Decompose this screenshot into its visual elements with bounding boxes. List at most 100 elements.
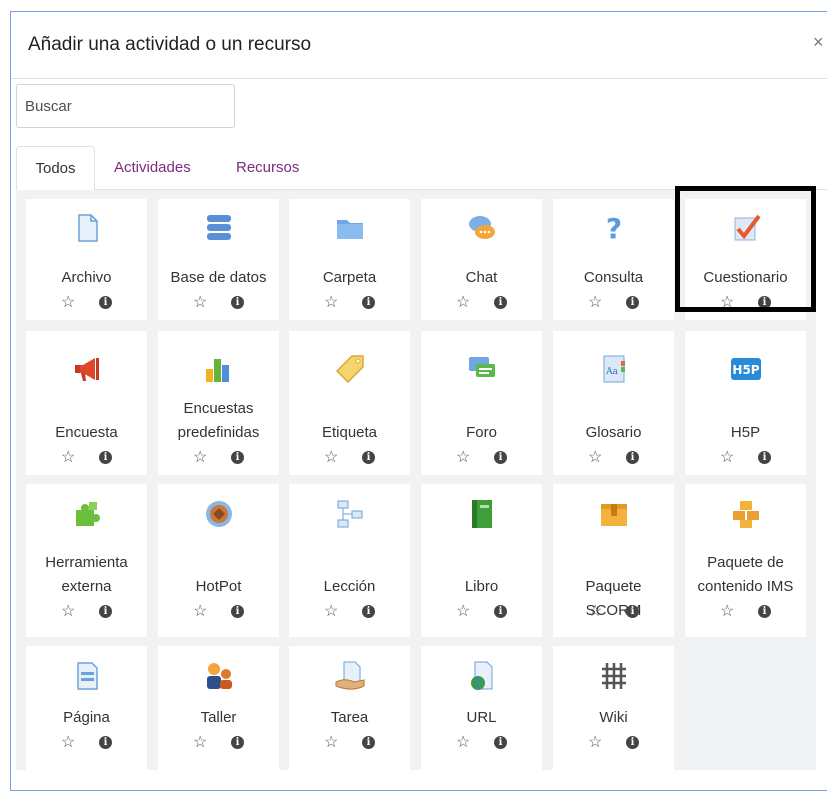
activity-tile[interactable]: Lección ☆ i	[289, 484, 410, 637]
info-icon[interactable]: i	[231, 605, 244, 618]
close-icon[interactable]: ×	[813, 32, 824, 53]
activity-tile[interactable]: Encuesta ☆ i	[26, 331, 147, 475]
star-icon[interactable]: ☆	[588, 601, 602, 621]
hotpot-icon	[203, 498, 235, 530]
activity-tile[interactable]: Foro ☆ i	[421, 331, 542, 475]
activity-tile[interactable]: Paquete de contenido IMS ☆ i	[685, 484, 806, 637]
star-icon[interactable]: ☆	[61, 447, 75, 467]
info-icon[interactable]: i	[494, 736, 507, 749]
star-icon[interactable]: ☆	[61, 292, 75, 312]
info-icon[interactable]: i	[99, 451, 112, 464]
tab-todos[interactable]: Todos	[16, 146, 95, 190]
page-icon	[71, 660, 103, 692]
star-icon[interactable]: ☆	[193, 292, 207, 312]
activity-tile[interactable]: Paquete SCORM ☆ i	[553, 484, 674, 637]
activity-tile[interactable]: URL ☆ i	[421, 646, 542, 774]
activity-tile[interactable]: Encuestas predefinidas ☆ i	[158, 331, 279, 475]
star-icon[interactable]: ☆	[324, 601, 338, 621]
url-icon	[466, 660, 498, 692]
activity-tile[interactable]: HotPot ☆ i	[158, 484, 279, 637]
info-icon[interactable]: i	[626, 605, 639, 618]
book-icon	[466, 498, 498, 530]
star-icon[interactable]: ☆	[61, 732, 75, 752]
info-icon[interactable]: i	[99, 736, 112, 749]
activity-tile-label: Libro	[464, 578, 499, 595]
folder-icon	[334, 212, 366, 244]
activity-tile-label: Chat	[465, 269, 498, 286]
highlight-box	[675, 186, 816, 312]
assignment-icon	[334, 660, 366, 692]
info-icon[interactable]: i	[758, 451, 771, 464]
info-icon[interactable]: i	[758, 605, 771, 618]
database-icon	[203, 212, 235, 244]
svg-text:?: ?	[606, 212, 622, 244]
activity-tile-label: Glosario	[585, 424, 642, 441]
activity-tile-label: Lección	[323, 578, 376, 595]
info-icon[interactable]: i	[626, 451, 639, 464]
tab-bar: Todos Actividades Recursos	[16, 146, 827, 190]
star-icon[interactable]: ☆	[456, 292, 470, 312]
info-icon[interactable]: i	[494, 605, 507, 618]
activity-tile-label: Paquete SCORM	[585, 578, 642, 619]
star-icon[interactable]: ☆	[324, 732, 338, 752]
dialog-header: Añadir una actividad o un recurso ×	[11, 12, 827, 79]
star-icon[interactable]: ☆	[324, 292, 338, 312]
search-input[interactable]	[16, 84, 235, 128]
info-icon[interactable]: i	[99, 296, 112, 309]
star-icon[interactable]: ☆	[720, 601, 734, 621]
tab-recursos[interactable]: Recursos	[236, 146, 316, 189]
activity-tile-label: Foro	[466, 424, 497, 441]
puzzle-icon	[71, 498, 103, 530]
activity-tile[interactable]: Tarea ☆ i	[289, 646, 410, 774]
star-icon[interactable]: ☆	[324, 447, 338, 467]
activity-tile[interactable]: Wiki ☆ i	[553, 646, 674, 774]
info-icon[interactable]: i	[626, 296, 639, 309]
star-icon[interactable]: ☆	[588, 732, 602, 752]
activity-tile[interactable]: Archivo ☆ i	[26, 199, 147, 320]
activity-tile[interactable]: H5P H5P ☆ i	[685, 331, 806, 475]
lesson-icon	[334, 498, 366, 530]
h5p-icon: H5P	[730, 353, 762, 385]
star-icon[interactable]: ☆	[193, 601, 207, 621]
ims-package-icon	[730, 498, 762, 530]
info-icon[interactable]: i	[362, 736, 375, 749]
activity-tile-label: Carpeta	[322, 269, 377, 286]
activity-tile-label: Página	[63, 709, 110, 726]
activity-tile[interactable]: Carpeta ☆ i	[289, 199, 410, 320]
star-icon[interactable]: ☆	[588, 447, 602, 467]
question-icon: ?	[598, 212, 630, 245]
info-icon[interactable]: i	[231, 736, 244, 749]
star-icon[interactable]: ☆	[456, 732, 470, 752]
forum-icon	[466, 353, 498, 385]
info-icon[interactable]: i	[362, 605, 375, 618]
info-icon[interactable]: i	[494, 451, 507, 464]
activity-tile[interactable]: Herramienta externa ☆ i	[26, 484, 147, 637]
activity-tile-label: Wiki	[599, 709, 628, 726]
info-icon[interactable]: i	[626, 736, 639, 749]
activity-tile[interactable]: Aa Glosario ☆ i	[553, 331, 674, 475]
activity-tile[interactable]: Página ☆ i	[26, 646, 147, 774]
star-icon[interactable]: ☆	[456, 447, 470, 467]
megaphone-icon	[71, 353, 103, 385]
activity-tile[interactable]: Libro ☆ i	[421, 484, 542, 637]
info-icon[interactable]: i	[99, 605, 112, 618]
info-icon[interactable]: i	[231, 296, 244, 309]
activity-tile[interactable]: Taller ☆ i	[158, 646, 279, 774]
info-icon[interactable]: i	[231, 451, 244, 464]
star-icon[interactable]: ☆	[456, 601, 470, 621]
star-icon[interactable]: ☆	[61, 601, 75, 621]
tab-actividades[interactable]: Actividades	[114, 146, 214, 189]
star-icon[interactable]: ☆	[193, 732, 207, 752]
info-icon[interactable]: i	[362, 296, 375, 309]
star-icon[interactable]: ☆	[720, 447, 734, 467]
file-icon	[71, 212, 103, 244]
star-icon[interactable]: ☆	[588, 292, 602, 312]
activity-tile[interactable]: Etiqueta ☆ i	[289, 331, 410, 475]
activity-tile-label: Consulta	[583, 269, 644, 286]
activity-tile[interactable]: Chat ☆ i	[421, 199, 542, 320]
star-icon[interactable]: ☆	[193, 447, 207, 467]
info-icon[interactable]: i	[494, 296, 507, 309]
info-icon[interactable]: i	[362, 451, 375, 464]
activity-tile[interactable]: Base de datos ☆ i	[158, 199, 279, 320]
activity-tile[interactable]: ? Consulta ☆ i	[553, 199, 674, 320]
